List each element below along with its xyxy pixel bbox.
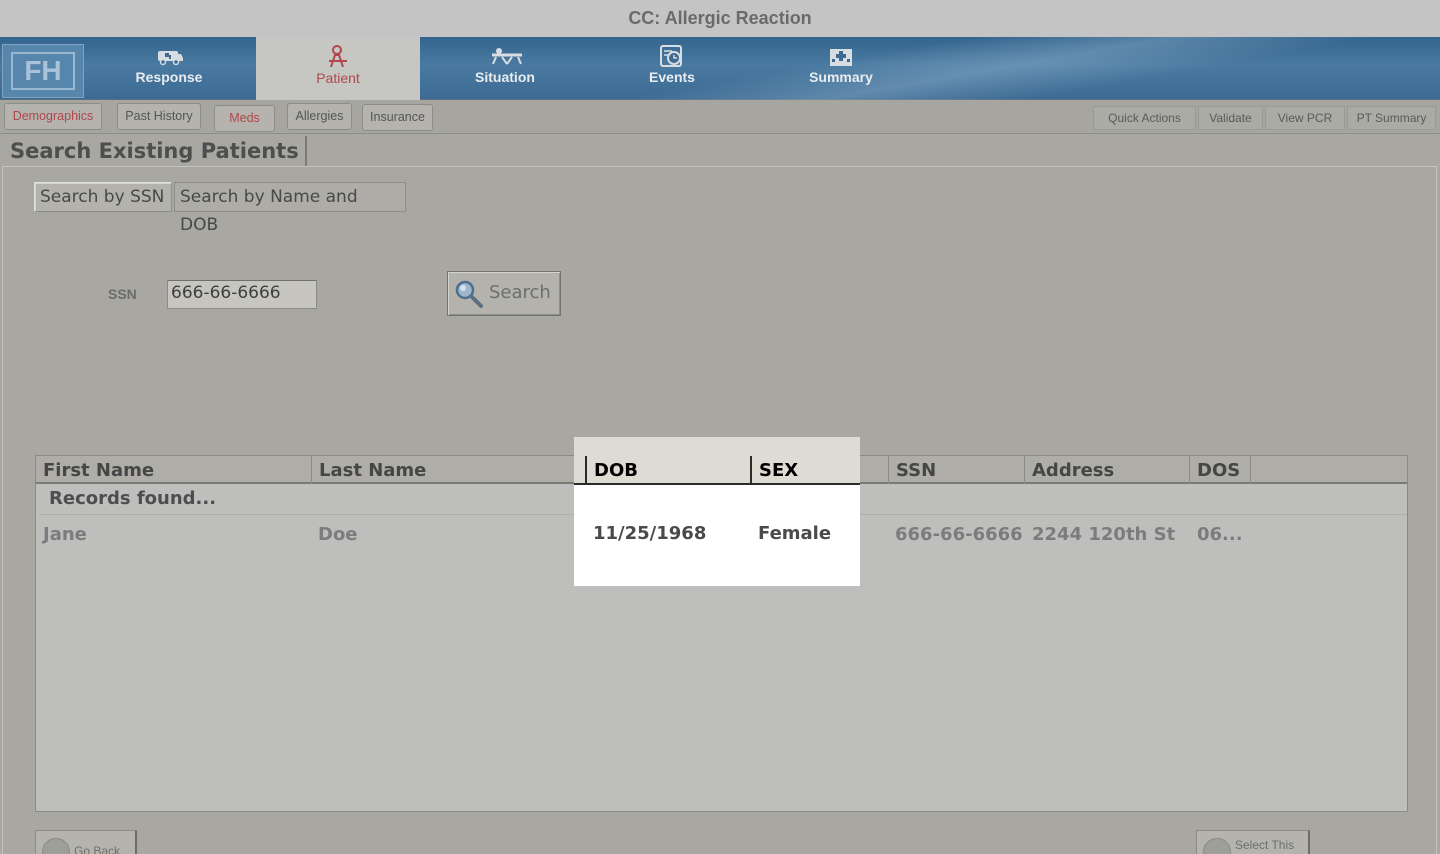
pt-summary-button[interactable]: PT Summary <box>1347 106 1436 130</box>
tab-search-by-name-dob[interactable]: Search by Name and DOB <box>174 182 406 235</box>
column-first-name[interactable]: First Name <box>36 456 312 484</box>
stretcher-icon <box>490 45 522 67</box>
subtab-past-history[interactable]: Past History <box>117 103 201 130</box>
subtab-allergies[interactable]: Allergies <box>287 103 352 130</box>
cell-dos: 06... <box>1197 524 1243 545</box>
quick-actions-button[interactable]: Quick Actions <box>1093 106 1196 130</box>
column-ssn[interactable]: SSN <box>888 456 1025 484</box>
subtab-meds[interactable]: Meds <box>214 105 275 132</box>
cell-sex: Female <box>758 523 832 544</box>
subtab-demographics[interactable]: Demographics <box>4 103 102 130</box>
column-last-name[interactable]: Last Name <box>312 456 587 484</box>
tab-events[interactable]: Events <box>590 37 754 100</box>
column-dob[interactable]: DOB <box>585 456 750 483</box>
page-title: Search Existing Patients <box>4 136 307 166</box>
tab-situation[interactable]: Situation <box>421 37 589 100</box>
tab-summary[interactable]: Summary <box>757 37 925 100</box>
patient-icon <box>323 45 353 68</box>
window-title: CC: Allergic Reaction <box>0 0 1440 37</box>
ssn-input[interactable]: 666-66-6666 <box>167 280 317 309</box>
validate-button[interactable]: Validate <box>1198 106 1263 130</box>
tab-response[interactable]: Response <box>85 37 253 100</box>
search-button[interactable]: Search <box>447 271 561 316</box>
cell-first-name: Jane <box>43 524 87 545</box>
cell-last-name: Doe <box>318 524 358 545</box>
go-back-button[interactable]: Go Back <box>35 830 137 854</box>
cell-dob: 11/25/1968 <box>593 523 707 544</box>
cell-address: 2244 120th St <box>1032 524 1176 545</box>
ambulance-icon <box>154 45 184 67</box>
app-logo: FH <box>2 44 84 98</box>
hospital-icon <box>826 45 856 67</box>
select-this-button[interactable]: Select This <box>1196 830 1310 854</box>
cell-ssn: 666-66-6666 <box>895 524 1023 545</box>
subtab-insurance[interactable]: Insurance <box>362 104 433 131</box>
magnifier-icon <box>454 279 484 309</box>
clock-icon <box>657 45 687 67</box>
column-address[interactable]: Address <box>1025 456 1190 484</box>
back-arrow-icon <box>42 838 70 854</box>
view-pcr-button[interactable]: View PCR <box>1265 106 1345 130</box>
tab-patient[interactable]: Patient <box>256 37 420 100</box>
tab-search-by-ssn[interactable]: Search by SSN <box>34 182 172 212</box>
highlighted-region: DOB SEX 11/25/1968 Female <box>574 437 860 586</box>
column-sex[interactable]: SEX <box>750 456 860 483</box>
column-dos[interactable]: DOS <box>1190 456 1251 484</box>
ssn-label: SSN <box>108 286 137 302</box>
checkmark-icon <box>1203 838 1231 854</box>
